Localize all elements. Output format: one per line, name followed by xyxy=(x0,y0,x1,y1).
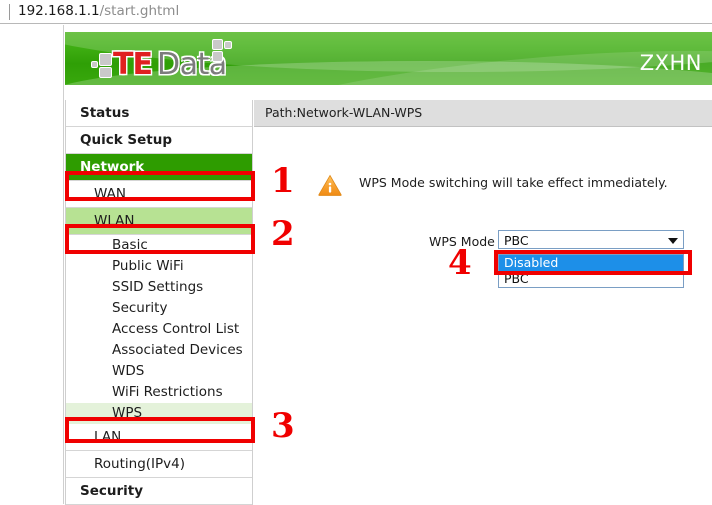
sidebar-item-wps[interactable]: WPS xyxy=(66,403,252,424)
router-admin-page: TE Data ZXHN Status Quick Setup Network WAN… xyxy=(0,25,712,505)
sidebar-item-label: Network xyxy=(80,159,145,175)
logo-square-icon xyxy=(99,53,112,66)
browser-url-bar[interactable]: 192.168.1.1/start.ghtml xyxy=(0,0,712,24)
sidebar-item-label: SSID Settings xyxy=(112,279,204,295)
sidebar-item-label: Security xyxy=(80,483,144,499)
breadcrumb: Path:Network-WLAN-WPS xyxy=(265,105,423,120)
sidebar-item-wlan[interactable]: WLAN xyxy=(66,208,252,235)
sidebar-item-basic[interactable]: Basic xyxy=(66,235,252,256)
logo-square-icon xyxy=(99,67,112,78)
sidebar-item-access-control-list[interactable]: Access Control List xyxy=(66,319,252,340)
sidebar-item-label: WPS xyxy=(112,405,143,421)
warning-triangle-icon xyxy=(318,174,342,196)
sidebar-nav: Status Quick Setup Network WAN WLAN Basic Publ… xyxy=(65,100,253,505)
sidebar-item-associated-devices[interactable]: Associated Devices xyxy=(66,340,252,361)
logo-square-icon xyxy=(91,61,98,68)
sidebar-item-label: WDS xyxy=(112,363,145,379)
sidebar-item-wds[interactable]: WDS xyxy=(66,361,252,382)
annotation-number-1: 1 xyxy=(271,161,295,201)
annotation-number-2: 2 xyxy=(271,214,295,254)
brand-banner: TE Data ZXHN xyxy=(65,32,712,85)
wps-mode-dropdown-list[interactable]: Disabled PBC xyxy=(498,254,684,288)
wps-mode-select[interactable]: PBC xyxy=(498,230,684,249)
sidebar-item-label: Security xyxy=(112,300,168,316)
sidebar-item-quick-setup[interactable]: Quick Setup xyxy=(66,127,252,154)
sidebar-item-network[interactable]: Network xyxy=(66,154,252,181)
sidebar-item-status[interactable]: Status xyxy=(66,100,252,127)
device-model-label: ZXHN xyxy=(639,51,702,75)
sidebar-item-routing-ipv4[interactable]: Routing(IPv4) xyxy=(66,451,252,478)
breadcrumb-bar: Path:Network-WLAN-WPS xyxy=(254,100,712,127)
dropdown-option-disabled[interactable]: Disabled xyxy=(499,255,683,271)
annotation-number-4: 4 xyxy=(448,243,472,283)
dropdown-option-pbc[interactable]: PBC xyxy=(499,271,683,287)
logo-square-icon xyxy=(212,51,223,62)
url-caret xyxy=(9,4,10,20)
sidebar-item-label: Routing(IPv4) xyxy=(94,456,185,472)
notice-text: WPS Mode switching will take effect imme… xyxy=(359,175,668,190)
sidebar-item-label: WiFi Restrictions xyxy=(112,384,223,400)
sidebar-item-label: Associated Devices xyxy=(112,342,243,358)
annotation-number-3: 3 xyxy=(271,406,295,446)
url-path: /start.ghtml xyxy=(99,3,180,19)
sidebar-item-wan[interactable]: WAN xyxy=(66,181,252,208)
sidebar-item-security[interactable]: Security xyxy=(66,478,252,505)
sidebar-item-label: Access Control List xyxy=(112,321,240,337)
url-text: 192.168.1.1/start.ghtml xyxy=(18,3,179,19)
sidebar-item-wifi-restrictions[interactable]: WiFi Restrictions xyxy=(66,382,252,403)
logo-te-text: TE xyxy=(113,47,153,82)
sidebar-item-label: WAN xyxy=(94,186,126,202)
url-host: 192.168.1.1 xyxy=(18,3,100,19)
sidebar-item-ssid-settings[interactable]: SSID Settings xyxy=(66,277,252,298)
sidebar-item-label: WLAN xyxy=(94,213,135,229)
sidebar-item-security[interactable]: Security xyxy=(66,298,252,319)
wps-mode-label: WPS Mode xyxy=(429,234,495,249)
sidebar-item-label: Quick Setup xyxy=(80,132,173,148)
page-left-gutter xyxy=(0,25,64,504)
sidebar-item-label: Status xyxy=(80,105,130,121)
sidebar-item-label: LAN xyxy=(94,429,122,445)
wps-mode-selected-value: PBC xyxy=(504,233,529,248)
logo-square-icon xyxy=(212,39,223,50)
sidebar-item-label: Public WiFi xyxy=(112,258,184,274)
sidebar-item-public-wifi[interactable]: Public WiFi xyxy=(66,256,252,277)
sidebar-item-lan[interactable]: LAN xyxy=(66,424,252,451)
sidebar-item-label: Basic xyxy=(112,237,148,253)
chevron-down-icon[interactable] xyxy=(668,238,678,244)
logo-square-icon xyxy=(224,41,232,49)
